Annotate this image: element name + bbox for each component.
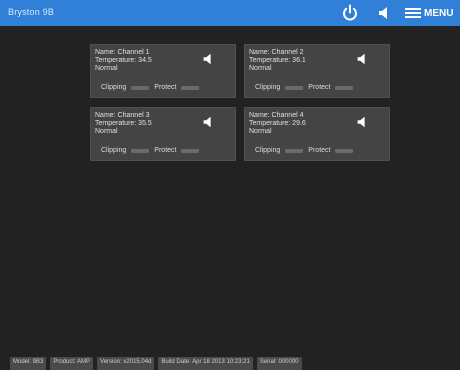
serial-chip: Serial: 000000 — [256, 357, 302, 370]
channel-info: Name: Channel 2 Temperature: 36.1 Normal — [249, 49, 306, 73]
channel-name: Name: Channel 3 — [95, 112, 150, 119]
clipping-label: Clipping — [255, 147, 281, 154]
protect-indicator — [335, 85, 354, 90]
protect-label: Protect — [308, 84, 331, 91]
channel-temperature: Temperature: 29.6 — [249, 120, 306, 127]
channel-card-1[interactable]: Name: Channel 1 Temperature: 34.5 Normal… — [90, 44, 236, 98]
channel-status: Normal — [249, 128, 272, 135]
speaker-icon[interactable] — [201, 115, 215, 129]
version-chip: Version: v2015.04d — [97, 357, 155, 370]
protect-label: Protect — [154, 84, 177, 91]
protect-label: Protect — [154, 147, 177, 154]
protect-indicator — [335, 148, 354, 153]
channel-info: Name: Channel 4 Temperature: 29.6 Normal — [249, 112, 306, 136]
channel-info: Name: Channel 1 Temperature: 34.5 Normal — [95, 49, 152, 73]
menu-button[interactable]: MENU — [405, 5, 453, 21]
clipping-label: Clipping — [101, 84, 127, 91]
channel-temperature: Temperature: 36.1 — [249, 57, 306, 64]
build-date-chip: Build Date: Apr 18 2013 10:23:21 — [158, 357, 253, 370]
channel-temperature: Temperature: 34.5 — [95, 57, 152, 64]
speaker-icon[interactable] — [376, 5, 392, 21]
channel-card-4[interactable]: Name: Channel 4 Temperature: 29.6 Normal… — [244, 107, 390, 161]
channel-status: Normal — [249, 65, 272, 72]
channel-name: Name: Channel 2 — [249, 49, 304, 56]
top-bar: Bryston 9B MENU — [0, 0, 460, 26]
power-icon[interactable] — [341, 4, 359, 22]
clipping-indicator — [131, 148, 150, 153]
protect-label: Protect — [308, 147, 331, 154]
clipping-indicator — [131, 85, 150, 90]
channel-indicators: Clipping Protect — [255, 84, 354, 91]
menu-label: MENU — [424, 7, 454, 19]
channel-card-3[interactable]: Name: Channel 3 Temperature: 35.5 Normal… — [90, 107, 236, 161]
clipping-label: Clipping — [255, 84, 281, 91]
clipping-label: Clipping — [101, 147, 127, 154]
hamburger-icon — [405, 7, 421, 19]
brand-label: Bryston 9B — [8, 7, 55, 17]
speaker-icon[interactable] — [355, 115, 369, 129]
channel-name: Name: Channel 4 — [249, 112, 304, 119]
protect-indicator — [181, 148, 200, 153]
channel-grid: Name: Channel 1 Temperature: 34.5 Normal… — [90, 44, 390, 161]
model-chip: Model: 9B3 — [10, 357, 47, 370]
channel-card-2[interactable]: Name: Channel 2 Temperature: 36.1 Normal… — [244, 44, 390, 98]
clipping-indicator — [285, 148, 304, 153]
channel-indicators: Clipping Protect — [101, 84, 200, 91]
speaker-icon[interactable] — [355, 52, 369, 66]
channel-temperature: Temperature: 35.5 — [95, 120, 152, 127]
footer-bar: Model: 9B3 Product: AMP Version: v2015.0… — [0, 357, 460, 370]
channel-name: Name: Channel 1 — [95, 49, 150, 56]
channel-indicators: Clipping Protect — [101, 147, 200, 154]
product-chip: Product: AMP — [50, 357, 94, 370]
clipping-indicator — [285, 85, 304, 90]
protect-indicator — [181, 85, 200, 90]
channel-status: Normal — [95, 65, 118, 72]
speaker-icon[interactable] — [201, 52, 215, 66]
channel-info: Name: Channel 3 Temperature: 35.5 Normal — [95, 112, 152, 136]
channel-indicators: Clipping Protect — [255, 147, 354, 154]
channel-status: Normal — [95, 128, 118, 135]
